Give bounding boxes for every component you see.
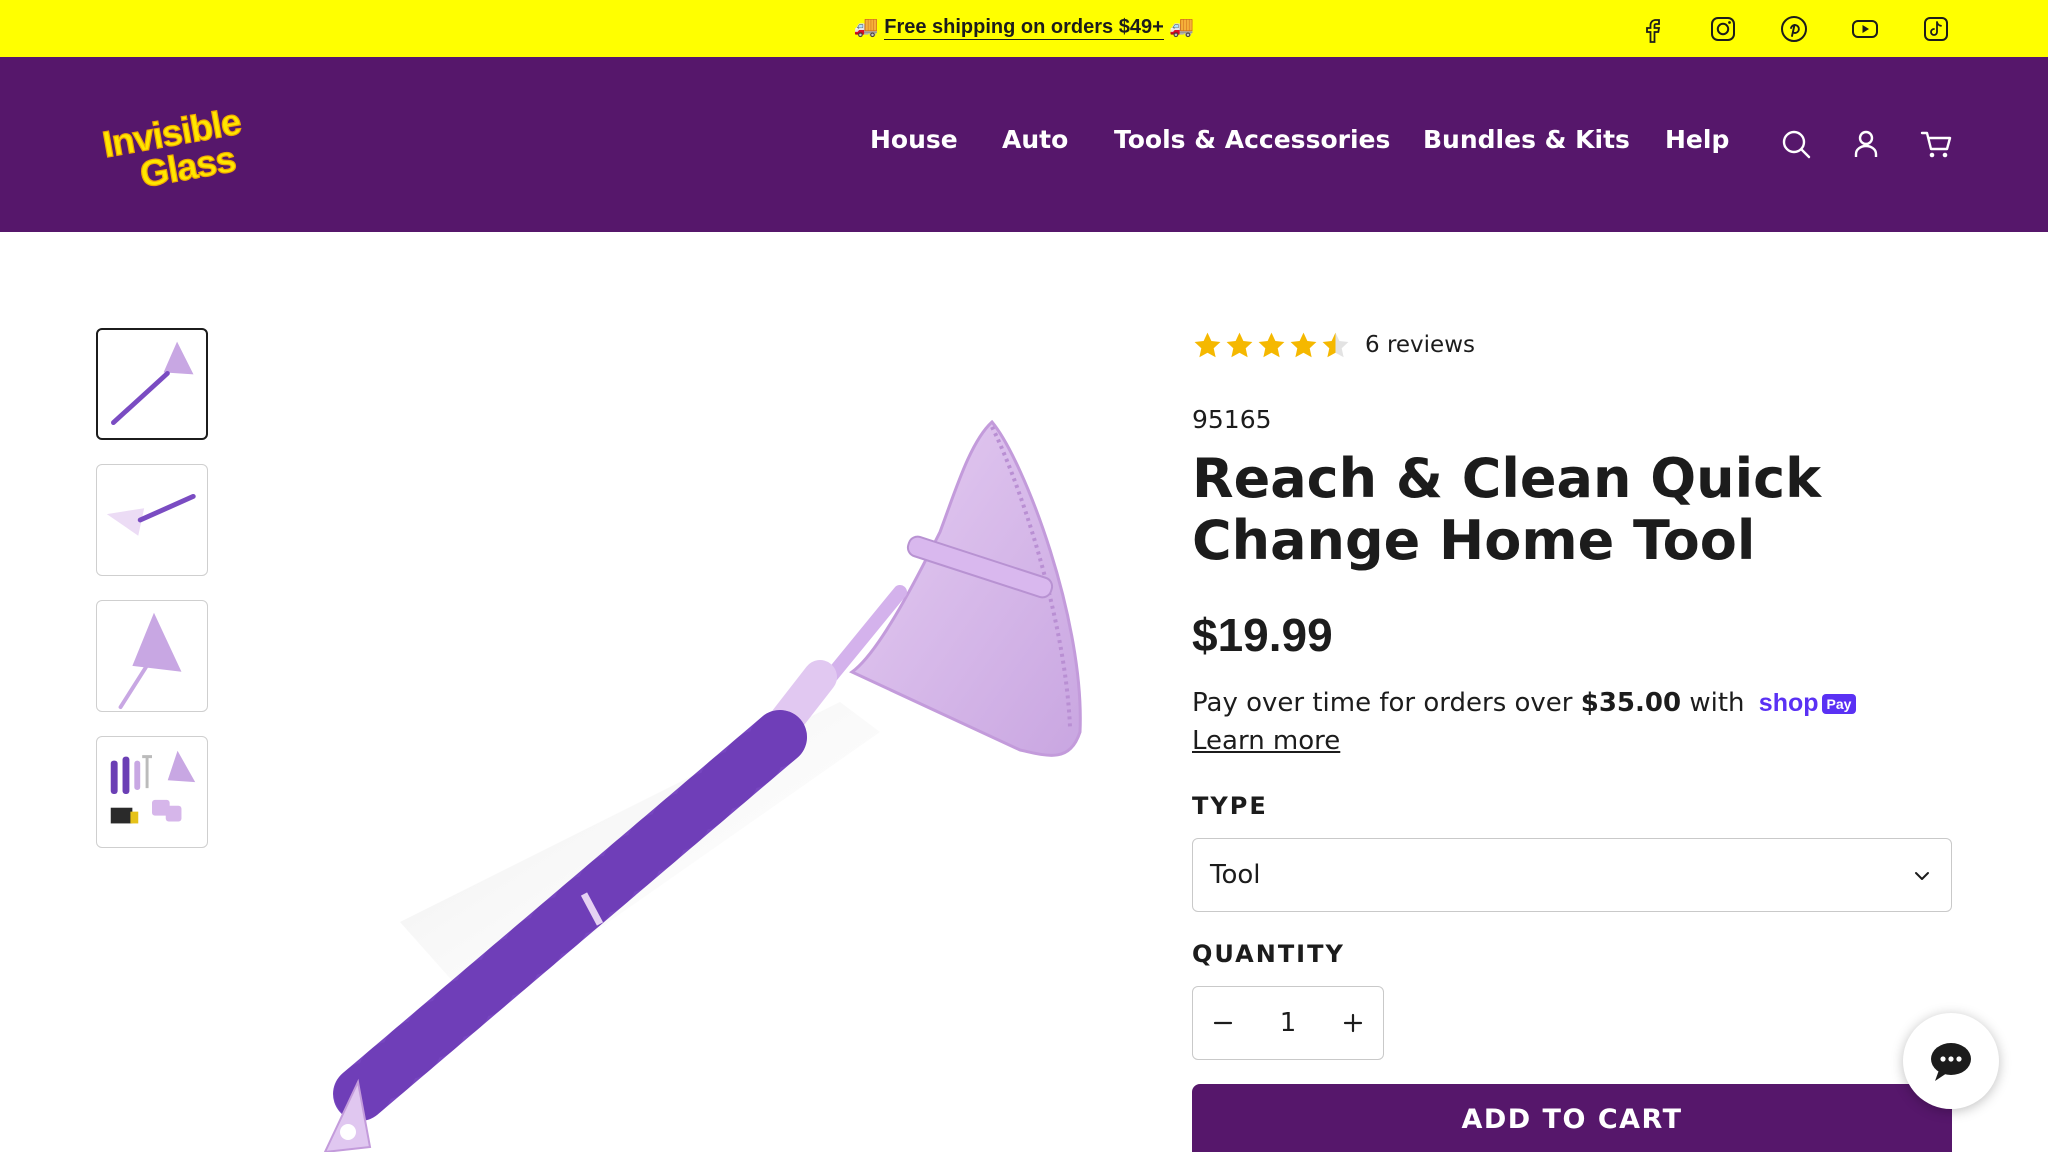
star-icon <box>1290 332 1317 357</box>
product-sku: 95165 <box>1192 405 1272 434</box>
thumbnail-3[interactable] <box>96 600 208 712</box>
star-half-icon <box>1322 332 1349 357</box>
truck-emoji-right: 🚚 <box>1169 16 1195 38</box>
star-icon <box>1194 332 1221 357</box>
installments-with: with <box>1689 688 1745 718</box>
announcement-bar: 🚚 Free shipping on orders $49+ 🚚 <box>0 0 2048 57</box>
quantity-input[interactable]: 1 <box>1253 1008 1323 1038</box>
product-title: Reach & Clean Quick Change Home Tool <box>1192 447 1822 572</box>
installments-prefix: Pay over time for orders over <box>1192 688 1573 718</box>
site-header: Invisible Glass House Auto Tools & Acces… <box>0 57 2048 232</box>
instagram-icon[interactable] <box>1706 12 1740 46</box>
facebook-icon[interactable] <box>1636 12 1670 46</box>
chat-widget-button[interactable] <box>1903 1013 1999 1109</box>
shop-pay-logo: shop Pay <box>1759 689 1857 718</box>
quantity-stepper: 1 <box>1192 986 1384 1060</box>
invisible-glass-logo[interactable]: Invisible Glass <box>96 101 256 193</box>
search-icon[interactable] <box>1779 127 1813 161</box>
plus-icon <box>1343 1013 1363 1033</box>
minus-icon <box>1213 1021 1233 1025</box>
reviews-link[interactable]: 6 reviews <box>1365 332 1475 358</box>
quantity-increase-button[interactable] <box>1323 987 1383 1059</box>
truck-emoji-left: 🚚 <box>853 16 879 38</box>
rating-stars[interactable] <box>1192 328 1352 362</box>
installments-amount: $35.00 <box>1580 688 1682 718</box>
type-select[interactable]: Tool <box>1192 838 1952 912</box>
chat-icon <box>1931 1043 1971 1081</box>
account-icon[interactable] <box>1849 127 1883 161</box>
thumbnail-2[interactable] <box>96 464 208 576</box>
shop-pay-badge: Pay <box>1821 693 1857 714</box>
type-select-value: Tool <box>1210 860 1261 890</box>
nav-help[interactable]: Help <box>1665 125 1729 154</box>
quantity-label: QUANTITY <box>1192 940 1345 968</box>
installments-message: Pay over time for orders over $35.00 wit… <box>1192 688 1857 718</box>
thumbnail-4[interactable] <box>96 736 208 848</box>
star-icon <box>1226 332 1253 357</box>
thumbnail-1[interactable] <box>96 328 208 440</box>
tiktok-icon[interactable] <box>1919 12 1953 46</box>
star-icon <box>1258 332 1285 357</box>
pinterest-icon[interactable] <box>1777 12 1811 46</box>
quantity-decrease-button[interactable] <box>1193 987 1253 1059</box>
product-main-image <box>323 419 1082 1152</box>
shop-pay-wordmark: shop <box>1758 689 1819 717</box>
add-to-cart-button[interactable]: ADD TO CART <box>1192 1084 1952 1152</box>
youtube-icon[interactable] <box>1848 12 1882 46</box>
announcement-text[interactable]: Free shipping on orders $49+ <box>884 16 1164 40</box>
learn-more-link[interactable]: Learn more <box>1192 726 1340 756</box>
nav-tools-accessories[interactable]: Tools & Accessories <box>1114 125 1390 154</box>
nav-bundles-kits[interactable]: Bundles & Kits <box>1423 125 1630 154</box>
product-price: $19.99 <box>1192 609 1333 661</box>
chevron-down-icon <box>1915 872 1929 880</box>
nav-auto[interactable]: Auto <box>1002 125 1068 154</box>
type-label: TYPE <box>1192 792 1268 820</box>
announcement-link[interactable]: 🚚 Free shipping on orders $49+ 🚚 <box>0 14 2048 40</box>
nav-house[interactable]: House <box>870 125 958 154</box>
cart-icon[interactable] <box>1919 127 1953 161</box>
